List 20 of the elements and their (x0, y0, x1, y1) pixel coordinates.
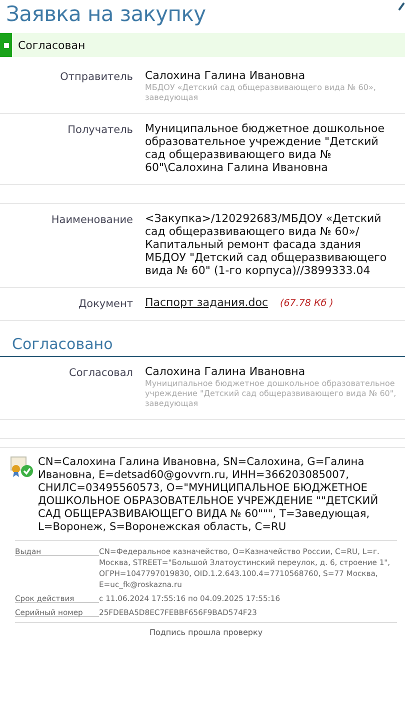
certificate-icon (10, 456, 34, 478)
certificate-subject: CN=Салохина Галина Ивановна, SN=Салохина, G=Галина Ивановна, E=detsad60@govvrn.ru, ИНН=366203085007, СНИЛС=03495560573, O="МУНИЦИПАЛЬНОЕ БЮДЖЕТНОЕ ДОШКОЛЬНОЕ ОБРАЗОВАТЕЛЬНОЕ УЧРЕЖДЕНИЕ ""ДЕТСКИЙ САД ОБЩЕРАЗВИВАЮЩЕГО ВИДА № 60""", T=Заведующая, L=Воронеж, S=Воронежская область, C=RU (38, 456, 380, 534)
field-label: Документ (77, 297, 133, 310)
file-size: (67.78 Кб ) (280, 298, 334, 309)
approver-position: Муниципальное бюджетное дошкольное образовательное учреждение "Детский сад общеразвивающего вида № 60", заведующая (145, 379, 397, 409)
field-label: Согласовал (68, 366, 133, 381)
page-title: Заявка на закупку (6, 2, 206, 26)
sender-name: Салохина Галина Ивановна (145, 69, 306, 82)
field-label: Получатель (66, 123, 133, 138)
field-label: Отправитель (59, 70, 133, 85)
status-label: Согласован (18, 38, 86, 52)
pencil-icon[interactable] (398, 2, 405, 11)
verification-status: Подпись прошла проверку (149, 628, 263, 637)
field-value: Муниципальное бюджетное дошкольное образовательное учреждение "Детский сад общеразвивающего вида № 60"\Салохина Галина Ивановна (145, 122, 386, 174)
section-heading: Согласовано (0, 321, 405, 357)
field-label: Наименование (50, 213, 133, 228)
sender-position: МБДОУ «Детский сад общеразвивающего вида № 60», заведующая (145, 83, 377, 103)
document-link[interactable]: Паспорт задания.doc (145, 296, 268, 309)
field-value: <Закупка>/120292683/МБДОУ «Детский сад общеразвивающего вида № 60»/ Капитальный ремонт фасада здания МБДОУ "Детский сад общеразвивающего вида № 60" (1-го корпуса)//3899333.04 (145, 212, 388, 277)
approver-name: Салохина Галина Ивановна (145, 365, 306, 378)
